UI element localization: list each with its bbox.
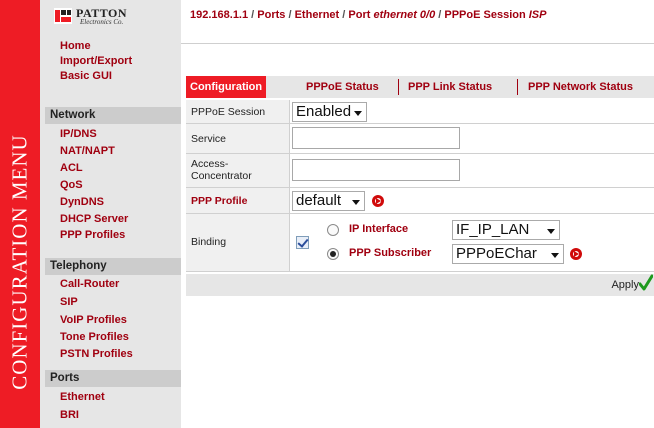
access-concentrator-input[interactable] — [292, 159, 460, 181]
chevron-down-icon — [352, 200, 360, 205]
breadcrumb-ports[interactable]: Ports — [257, 9, 285, 21]
logo-subtitle: Electronics Co. — [80, 18, 124, 26]
breadcrumb-ethernet[interactable]: Ethernet — [295, 9, 340, 21]
menu-item-ppp-profiles[interactable]: PPP Profiles — [60, 229, 125, 242]
tab-divider — [398, 79, 399, 95]
row-pppoe-session: PPPoE Session Enabled — [186, 100, 654, 124]
menu-item-sip[interactable]: SIP — [60, 296, 78, 309]
breadcrumb-port[interactable]: Port ethernet 0/0 — [348, 9, 435, 21]
row-service: Service — [186, 124, 654, 154]
menu-item-voip-profiles[interactable]: VoIP Profiles — [60, 314, 127, 327]
go-arrow-icon[interactable] — [570, 248, 582, 260]
menu-item-bri[interactable]: BRI — [60, 409, 79, 422]
menu-item-import-export[interactable]: Import/Export — [60, 55, 132, 68]
tab-pppoe-status[interactable]: PPPoE Status — [306, 76, 379, 98]
menu-item-ethernet[interactable]: Ethernet — [60, 391, 105, 404]
menu-section-network: Network — [45, 107, 181, 124]
menu-item-acl[interactable]: ACL — [60, 162, 83, 175]
service-input[interactable] — [292, 127, 460, 149]
service-label: Service — [191, 133, 227, 145]
breadcrumb-session: PPPoE Session ISP — [444, 9, 547, 21]
row-ppp-profile: PPP Profile default — [186, 188, 654, 214]
menu-item-home[interactable]: Home — [60, 40, 91, 53]
menu-item-qos[interactable]: QoS — [60, 179, 83, 192]
header-divider — [181, 43, 654, 44]
config-menu-banner: CONFIGURATION MENU — [0, 0, 40, 428]
menu-item-dhcp-server[interactable]: DHCP Server — [60, 213, 128, 226]
go-arrow-icon[interactable] — [372, 195, 384, 207]
menu-item-basic-gui[interactable]: Basic GUI — [60, 70, 112, 83]
ppp-subscriber-label[interactable]: PPP Subscriber — [349, 247, 431, 259]
pppoe-session-select[interactable]: Enabled — [292, 102, 367, 122]
ppp-profile-label[interactable]: PPP Profile — [191, 195, 247, 207]
menu-item-call-router[interactable]: Call-Router — [60, 278, 119, 291]
tab-bar: Configuration PPPoE Status PPP Link Stat… — [186, 76, 654, 98]
breadcrumb: 192.168.1.1 / Ports / Ethernet / Port et… — [190, 9, 547, 21]
ppp-subscriber-radio[interactable] — [327, 248, 339, 260]
apply-button[interactable]: Apply — [611, 279, 639, 291]
apply-bar: Apply — [186, 274, 654, 296]
access-concentrator-label: Access- Concentrator — [191, 158, 252, 182]
tab-ppp-link-status[interactable]: PPP Link Status — [408, 76, 492, 98]
tab-divider — [517, 79, 518, 95]
tab-ppp-network-status[interactable]: PPP Network Status — [528, 76, 633, 98]
ip-interface-label[interactable]: IP Interface — [349, 223, 408, 235]
row-binding: Binding IP Interface IF_IP_LAN PPP Subsc… — [186, 214, 654, 272]
menu-item-tone-profiles[interactable]: Tone Profiles — [60, 331, 129, 344]
binding-label: Binding — [191, 236, 227, 248]
menu-item-pstn-profiles[interactable]: PSTN Profiles — [60, 348, 133, 361]
menu-section-telephony: Telephony — [45, 258, 181, 275]
menu-item-ip-dns[interactable]: IP/DNS — [60, 128, 97, 141]
ppp-subscriber-select[interactable]: PPPoEChar — [452, 244, 564, 264]
chevron-down-icon — [354, 111, 362, 116]
breadcrumb-ip[interactable]: 192.168.1.1 — [190, 9, 248, 21]
checkmark-icon[interactable] — [639, 274, 653, 292]
ppp-profile-select[interactable]: default — [292, 191, 365, 211]
ip-interface-radio[interactable] — [327, 224, 339, 236]
binding-checkbox[interactable] — [296, 236, 309, 249]
sidebar-menu: PATTON Electronics Co. Home Import/Expor… — [40, 0, 181, 428]
patton-logo: PATTON Electronics Co. — [50, 6, 170, 32]
tab-configuration[interactable]: Configuration — [186, 76, 267, 98]
patton-logo-icon — [54, 8, 72, 24]
banner-title: CONFIGURATION MENU — [7, 134, 32, 390]
menu-section-ports: Ports — [45, 370, 181, 387]
row-access-concentrator: Access- Concentrator — [186, 154, 654, 188]
ip-interface-select[interactable]: IF_IP_LAN — [452, 220, 560, 240]
menu-item-nat-napt[interactable]: NAT/NAPT — [60, 145, 115, 158]
chevron-down-icon — [551, 253, 559, 258]
menu-item-dyndns[interactable]: DynDNS — [60, 196, 104, 209]
chevron-down-icon — [547, 229, 555, 234]
pppoe-session-label: PPPoE Session — [191, 106, 266, 118]
